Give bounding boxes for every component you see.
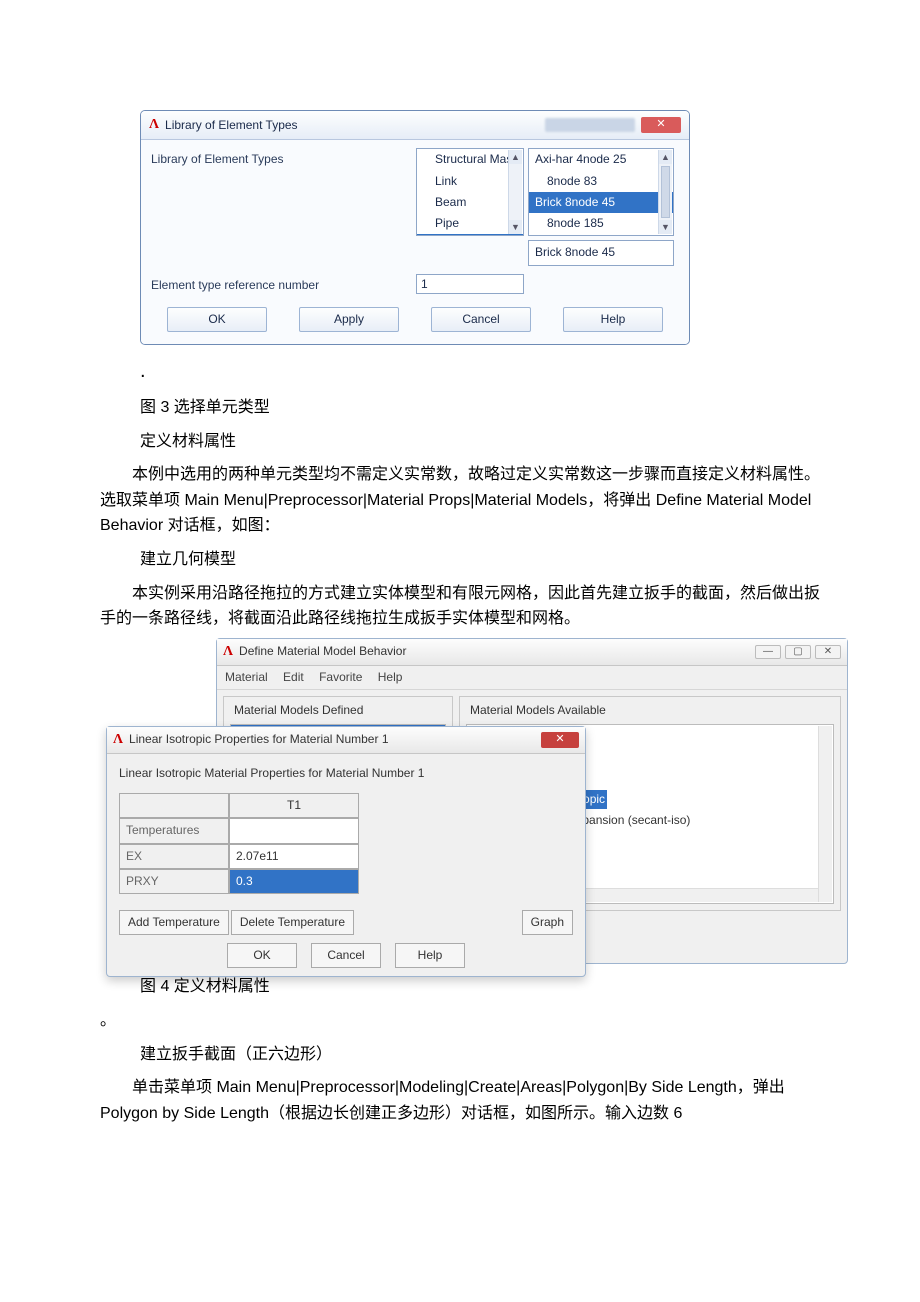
menu-item[interactable]: Favorite [319, 670, 362, 684]
dialog-titlebar: Λ Define Material Model Behavior — ▢ ✕ [217, 639, 847, 666]
scroll-up-icon[interactable]: ▲ [509, 150, 522, 164]
heading: 定义材料属性 [140, 429, 820, 455]
delete-temperature-button[interactable]: Delete Temperature [231, 910, 354, 935]
cancel-button[interactable]: Cancel [311, 943, 381, 968]
list-item[interactable]: 20node 186 [529, 234, 673, 236]
menu-bar[interactable]: Material Edit Favorite Help [217, 666, 847, 690]
scrollbar[interactable]: ▲ ▼ [508, 150, 522, 234]
list-item[interactable]: Axi-har 4node 25 [529, 149, 673, 170]
table-input[interactable]: 2.07e11 [229, 844, 359, 869]
figure-caption: 图 4 定义材料属性 [140, 974, 820, 1000]
apply-button[interactable]: Apply [299, 307, 399, 332]
list-item[interactable]: 8node 185 [529, 213, 673, 234]
dialog-title: Library of Element Types [165, 116, 298, 135]
properties-table: T1 Temperatures EX 2.07e11 PRXY 0.3 [119, 793, 573, 894]
lambda-logo-icon: Λ [223, 641, 233, 663]
field-label: Library of Element Types [151, 148, 416, 169]
paragraph: 本例中选用的两种单元类型均不需定义实常数，故略过定义实常数这一步骤而直接定义材料… [100, 462, 820, 539]
table-cell [119, 793, 229, 818]
list-item[interactable]: 8node 83 [529, 171, 673, 192]
decorative-dot: . [140, 355, 820, 387]
figure-caption: 图 3 选择单元类型 [140, 395, 820, 421]
linear-isotropic-dialog: Λ Linear Isotropic Properties for Materi… [106, 726, 586, 978]
menu-item[interactable]: Edit [283, 670, 304, 684]
library-element-types-dialog: Λ Library of Element Types ✕ Library of … [140, 110, 690, 345]
cancel-button[interactable]: Cancel [431, 307, 531, 332]
stray-period: 。 [100, 1008, 820, 1034]
field-label: Element type reference number [151, 274, 416, 295]
scrollbar[interactable]: ▲ ▼ [658, 150, 672, 234]
paragraph: 本实例采用沿路径拖拉的方式建立实体模型和有限元网格，因此首先建立扳手的截面，然后… [100, 581, 820, 632]
list-item[interactable]: Solid [417, 234, 523, 236]
close-button[interactable]: ✕ [541, 732, 579, 748]
reference-number-input[interactable] [416, 274, 524, 294]
ok-button[interactable]: OK [167, 307, 267, 332]
row-label: EX [119, 844, 229, 869]
heading: 建立几何模型 [140, 547, 820, 573]
table-header: T1 [229, 793, 359, 818]
graph-button[interactable]: Graph [522, 910, 573, 935]
titlebar-blur [545, 118, 635, 132]
paragraph: 单击菜单项 Main Menu|Preprocessor|Modeling|Cr… [100, 1075, 820, 1126]
dialog-title: Linear Isotropic Properties for Material… [129, 730, 388, 749]
close-button[interactable]: ✕ [815, 645, 841, 659]
lambda-logo-icon: Λ [149, 114, 159, 136]
menu-item[interactable]: Help [378, 670, 403, 684]
scroll-up-icon[interactable]: ▲ [659, 150, 672, 164]
row-label: Temperatures [119, 818, 229, 843]
category-listbox[interactable]: Structural Mass Link Beam Pipe Solid She… [416, 148, 524, 236]
fieldset-title: Material Models Defined [230, 701, 446, 720]
fieldset-title: Material Models Available [466, 701, 834, 720]
lambda-logo-icon: Λ [113, 729, 123, 751]
row-label: PRXY [119, 869, 229, 894]
help-button[interactable]: Help [395, 943, 465, 968]
dialog-titlebar: Λ Linear Isotropic Properties for Materi… [107, 727, 585, 754]
add-temperature-button[interactable]: Add Temperature [119, 910, 229, 935]
table-input[interactable]: 0.3 [229, 869, 359, 894]
element-listbox[interactable]: Axi-har 4node 25 8node 83 Brick 8node 45… [528, 148, 674, 236]
dialog-caption: Linear Isotropic Material Properties for… [119, 764, 573, 783]
heading: 建立扳手截面（正六边形） [140, 1042, 820, 1068]
menu-item[interactable]: Material [225, 670, 268, 684]
table-input[interactable] [229, 818, 359, 843]
selected-summary: Brick 8node 45 [528, 240, 674, 265]
dialog-title: Define Material Model Behavior [239, 642, 406, 661]
help-button[interactable]: Help [563, 307, 663, 332]
scroll-thumb[interactable] [661, 166, 670, 218]
maximize-button[interactable]: ▢ [785, 645, 811, 659]
ok-button[interactable]: OK [227, 943, 297, 968]
close-button[interactable]: ✕ [641, 117, 681, 133]
scroll-down-icon[interactable]: ▼ [509, 220, 522, 234]
minimize-button[interactable]: — [755, 645, 781, 659]
scroll-down-icon[interactable]: ▼ [659, 220, 672, 234]
list-item[interactable]: Brick 8node 45 [529, 192, 673, 213]
scrollbar[interactable] [818, 726, 832, 902]
dialog-titlebar: Λ Library of Element Types ✕ [141, 111, 689, 140]
